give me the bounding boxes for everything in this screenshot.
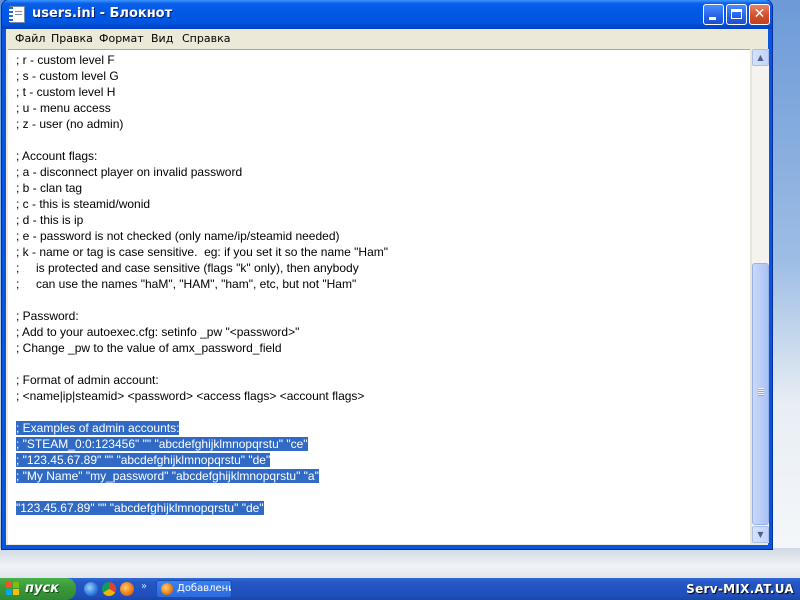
text-content[interactable]: ; r - custom level F ; s - custom level G… bbox=[16, 52, 736, 516]
line-text: ; can use the names "haM", "HAM", "ham",… bbox=[16, 277, 357, 291]
text-line[interactable]: ; r - custom level F bbox=[16, 52, 736, 68]
up-arrow-icon: ▲ bbox=[757, 53, 764, 62]
selected-text: ; "STEAM_0:0:123456" "" "abcdefghijklmno… bbox=[16, 437, 308, 451]
text-line[interactable]: ; Change _pw to the value of amx_passwor… bbox=[16, 340, 736, 356]
text-line[interactable]: ; is protected and case sensitive (flags… bbox=[16, 260, 736, 276]
text-line[interactable]: ; "My Name" "my_password" "abcdefghijklm… bbox=[16, 468, 736, 484]
line-text: ; a - disconnect player on invalid passw… bbox=[16, 165, 243, 179]
menu-format[interactable]: Формат bbox=[96, 29, 147, 48]
firefox-icon bbox=[161, 583, 173, 595]
text-line[interactable]: ; Format of admin account: bbox=[16, 372, 736, 388]
desktop-background bbox=[768, 0, 800, 578]
text-line[interactable]: ; Add to your autoexec.cfg: setinfo _pw … bbox=[16, 324, 736, 340]
selected-text: "123.45.67.89" "" "abcdefghijklmnopqrstu… bbox=[16, 501, 264, 515]
browser-icon[interactable] bbox=[84, 582, 98, 596]
scroll-down-button[interactable]: ▼ bbox=[752, 526, 769, 543]
menu-help[interactable]: Справка bbox=[179, 29, 233, 48]
text-line[interactable]: ; <name|ip|steamid> <password> <access f… bbox=[16, 388, 736, 404]
text-line[interactable]: ; u - menu access bbox=[16, 100, 736, 116]
menu-bar: Файл Правка Формат Вид Справка bbox=[6, 29, 768, 48]
text-line[interactable] bbox=[16, 484, 736, 500]
menu-edit[interactable]: Правка bbox=[48, 29, 96, 48]
minimize-icon bbox=[709, 17, 716, 20]
taskbar-button-label: Добавлени bbox=[177, 583, 232, 594]
line-text: ; is protected and case sensitive (flags… bbox=[16, 261, 359, 275]
start-label: пуск bbox=[25, 581, 59, 596]
desktop-strip bbox=[0, 548, 800, 578]
line-text: ; z - user (no admin) bbox=[16, 117, 124, 131]
maximize-icon bbox=[731, 9, 742, 19]
text-line[interactable]: ; can use the names "haM", "HAM", "ham",… bbox=[16, 276, 736, 292]
text-line[interactable]: ; a - disconnect player on invalid passw… bbox=[16, 164, 736, 180]
line-text: ; r - custom level F bbox=[16, 53, 115, 67]
line-text: ; <name|ip|steamid> <password> <access f… bbox=[16, 389, 365, 403]
scroll-thumb[interactable] bbox=[752, 263, 769, 525]
minimize-button[interactable] bbox=[703, 4, 724, 25]
line-text: ; Change _pw to the value of amx_passwor… bbox=[16, 341, 282, 355]
text-line[interactable]: ; "123.45.67.89" "" "abcdefghijklmnopqrs… bbox=[16, 452, 736, 468]
line-text: ; d - this is ip bbox=[16, 213, 84, 227]
line-text: ; Format of admin account: bbox=[16, 373, 159, 387]
menu-view[interactable]: Вид bbox=[148, 29, 176, 48]
close-button[interactable]: ✕ bbox=[749, 4, 770, 25]
text-line[interactable]: ; s - custom level G bbox=[16, 68, 736, 84]
start-button[interactable]: пуск bbox=[0, 578, 76, 600]
title-bar[interactable]: users.ini - Блокнот ✕ bbox=[2, 0, 772, 29]
line-text: ; Account flags: bbox=[16, 149, 98, 163]
firefox-icon[interactable] bbox=[120, 582, 134, 596]
text-line[interactable]: ; e - password is not checked (only name… bbox=[16, 228, 736, 244]
window-title: users.ini - Блокнот bbox=[32, 6, 173, 21]
window-client: Файл Правка Формат Вид Справка ; r - cus… bbox=[6, 29, 769, 545]
taskbar-button[interactable]: Добавлени bbox=[156, 580, 232, 598]
text-line[interactable] bbox=[16, 132, 736, 148]
line-text: ; s - custom level G bbox=[16, 69, 119, 83]
line-text: ; e - password is not checked (only name… bbox=[16, 229, 340, 243]
grip-icon bbox=[758, 388, 764, 396]
vertical-scrollbar[interactable]: ▲ ▼ bbox=[751, 49, 769, 543]
notepad-window: users.ini - Блокнот ✕ Файл Правка Формат… bbox=[2, 0, 772, 549]
text-line[interactable]: ; Examples of admin accounts: bbox=[16, 420, 736, 436]
line-text: ; Add to your autoexec.cfg: setinfo _pw … bbox=[16, 325, 300, 339]
text-line[interactable]: ; Password: bbox=[16, 308, 736, 324]
text-line[interactable]: ; t - custom level H bbox=[16, 84, 736, 100]
text-line[interactable] bbox=[16, 292, 736, 308]
selected-text: ; "My Name" "my_password" "abcdefghijklm… bbox=[16, 469, 319, 483]
line-text: ; t - custom level H bbox=[16, 85, 116, 99]
text-line[interactable]: ; Account flags: bbox=[16, 148, 736, 164]
text-line[interactable]: ; c - this is steamid/wonid bbox=[16, 196, 736, 212]
selected-text: ; "123.45.67.89" "" "abcdefghijklmnopqrs… bbox=[16, 453, 271, 467]
chrome-icon[interactable] bbox=[102, 582, 116, 596]
down-arrow-icon: ▼ bbox=[757, 530, 764, 539]
line-text: ; u - menu access bbox=[16, 101, 111, 115]
text-editor[interactable]: ; r - custom level F ; s - custom level G… bbox=[8, 49, 750, 544]
windows-logo-icon bbox=[6, 582, 19, 595]
line-text: ; Password: bbox=[16, 309, 79, 323]
taskbar: пуск » Добавлени bbox=[0, 578, 800, 600]
text-line[interactable]: ; z - user (no admin) bbox=[16, 116, 736, 132]
text-line[interactable]: "123.45.67.89" "" "abcdefghijklmnopqrstu… bbox=[16, 500, 736, 516]
scroll-up-button[interactable]: ▲ bbox=[752, 49, 769, 66]
text-line[interactable]: ; k - name or tag is case sensitive. eg:… bbox=[16, 244, 736, 260]
text-line[interactable]: ; d - this is ip bbox=[16, 212, 736, 228]
line-text: ; k - name or tag is case sensitive. eg:… bbox=[16, 245, 389, 259]
line-text: ; c - this is steamid/wonid bbox=[16, 197, 151, 211]
quicklaunch-chevron-icon[interactable]: » bbox=[141, 581, 147, 592]
maximize-button[interactable] bbox=[726, 4, 747, 25]
text-line[interactable] bbox=[16, 356, 736, 372]
menu-file[interactable]: Файл bbox=[12, 29, 48, 48]
selected-text: ; Examples of admin accounts: bbox=[16, 421, 180, 435]
notepad-icon[interactable] bbox=[9, 6, 25, 23]
watermark: Serv-MIX.AT.UA bbox=[686, 582, 794, 596]
text-line[interactable] bbox=[16, 404, 736, 420]
close-icon: ✕ bbox=[753, 6, 766, 22]
text-line[interactable]: ; b - clan tag bbox=[16, 180, 736, 196]
line-text: ; b - clan tag bbox=[16, 181, 83, 195]
text-line[interactable]: ; "STEAM_0:0:123456" "" "abcdefghijklmno… bbox=[16, 436, 736, 452]
